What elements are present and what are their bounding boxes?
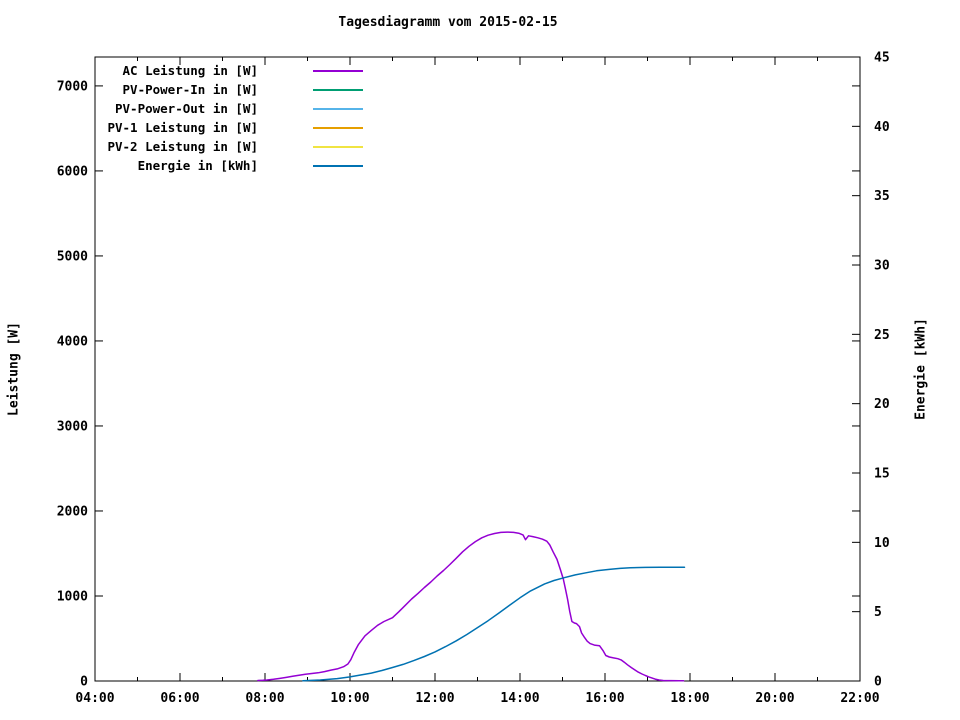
y-right-tick-label: 30	[874, 259, 890, 274]
y-right-tick-label: 40	[874, 120, 890, 135]
y-right-tick-label: 5	[874, 605, 882, 620]
y-right-tick-label: 45	[874, 51, 890, 66]
y-right-tick-label: 10	[874, 536, 890, 551]
x-tick-label: 06:00	[160, 691, 199, 706]
y-left-tick-label: 5000	[57, 249, 88, 264]
y-left-tick-label: 0	[80, 675, 88, 690]
legend-item-label: Energie in [kWh]	[137, 158, 258, 173]
legend: AC Leistung in [W] PV-Power-In in [W] PV-P…	[78, 61, 363, 175]
x-tick-label: 12:00	[415, 691, 454, 706]
y-right-tick-label: 0	[874, 675, 882, 690]
x-tick-label: 10:00	[330, 691, 369, 706]
series-line-ac-leistung-in-w-	[257, 531, 685, 682]
x-tick-label: 04:00	[75, 691, 114, 706]
legend-line-swatch	[313, 69, 363, 72]
legend-item-label: AC Leistung in [W]	[122, 63, 258, 78]
y-left-tick-label: 3000	[57, 419, 88, 434]
legend-line-swatch	[313, 126, 363, 129]
y-left-tick-label: 2000	[57, 504, 88, 519]
legend-item-label: PV-1 Leistung in [W]	[107, 120, 258, 135]
y-right-tick-label: 35	[874, 189, 890, 204]
tagesdiagramm-chart: Tagesdiagramm vom 2015-02-15 Leistung [W…	[0, 0, 960, 720]
legend-item: PV-1 Leistung in [W]	[78, 118, 363, 137]
legend-line-swatch	[313, 164, 363, 167]
legend-line-swatch	[313, 145, 363, 148]
legend-line-swatch	[313, 107, 363, 110]
y-left-tick-label: 1000	[57, 589, 88, 604]
legend-item-label: PV-Power-Out in [W]	[115, 101, 258, 116]
legend-item: PV-Power-Out in [W]	[78, 99, 363, 118]
legend-item-label: PV-2 Leistung in [W]	[107, 139, 258, 154]
x-tick-label: 18:00	[670, 691, 709, 706]
legend-item: AC Leistung in [W]	[78, 61, 363, 80]
y-right-tick-label: 25	[874, 328, 890, 343]
x-tick-label: 16:00	[585, 691, 624, 706]
legend-item: PV-2 Leistung in [W]	[78, 137, 363, 156]
legend-item-label: PV-Power-In in [W]	[122, 82, 258, 97]
x-tick-label: 14:00	[500, 691, 539, 706]
legend-line-swatch	[313, 88, 363, 91]
x-tick-label: 22:00	[840, 691, 879, 706]
x-tick-label: 08:00	[245, 691, 284, 706]
legend-item: PV-Power-In in [W]	[78, 80, 363, 99]
x-tick-label: 20:00	[755, 691, 794, 706]
y-left-tick-label: 4000	[57, 334, 88, 349]
y-right-tick-label: 15	[874, 467, 890, 482]
legend-item: Energie in [kWh]	[78, 156, 363, 175]
y-right-tick-label: 20	[874, 397, 890, 412]
